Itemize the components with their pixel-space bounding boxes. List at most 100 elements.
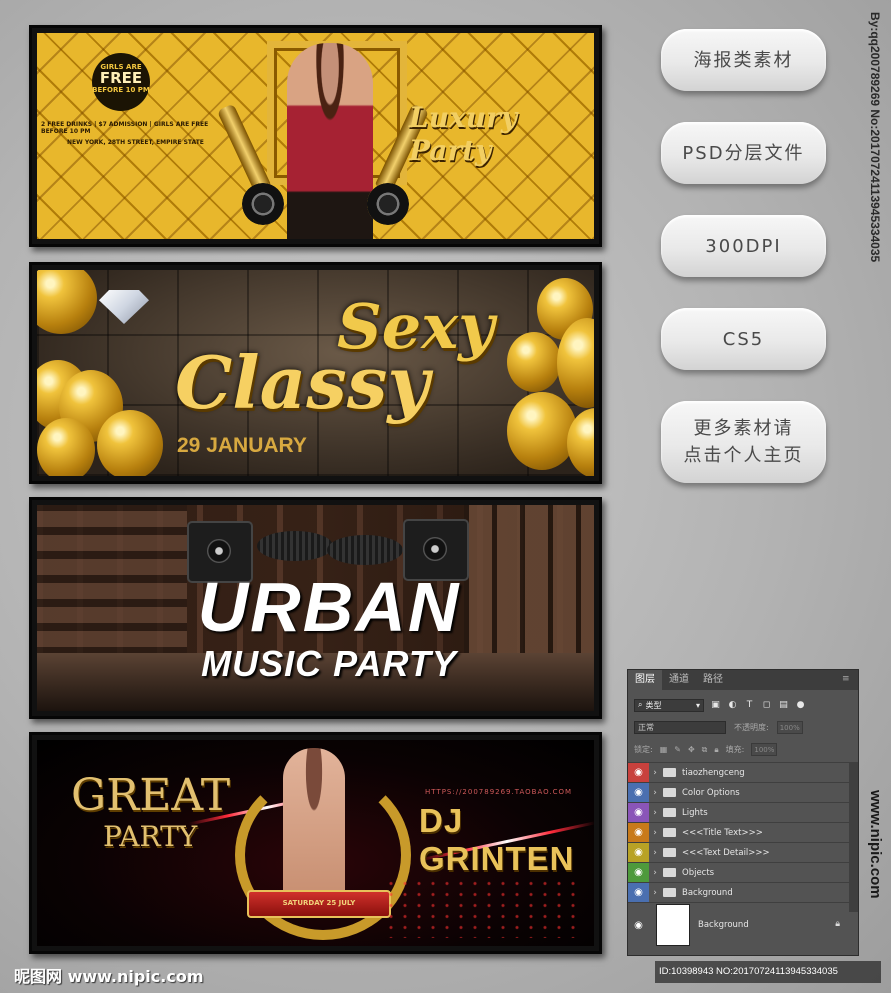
speaker-left bbox=[242, 183, 284, 225]
nipic-logo: 昵图网 www.nipic.com bbox=[14, 967, 204, 986]
lock-move-icon[interactable]: ✥ bbox=[688, 745, 695, 754]
poster-material-button[interactable]: 海报类素材 bbox=[661, 29, 826, 91]
opacity-label: 不透明度: bbox=[734, 723, 769, 732]
chevron-right-icon[interactable]: › bbox=[649, 848, 661, 858]
info-line-2: NEW YORK, 28TH STREET, EMPIRE STATE bbox=[67, 139, 204, 146]
lock-transparent-icon[interactable]: ▦ bbox=[660, 745, 668, 754]
speaker-right bbox=[367, 183, 409, 225]
urban-title: URBAN bbox=[197, 568, 461, 646]
banner-great-party: SATURDAY 25 JULY GREAT PARTY HTTPS://200… bbox=[29, 732, 602, 954]
chevron-right-icon[interactable]: › bbox=[649, 868, 661, 878]
chevron-down-icon: ▾ bbox=[695, 700, 700, 710]
disco-ball bbox=[37, 270, 97, 334]
shape-filter-icon[interactable]: ◻ bbox=[761, 700, 772, 711]
lock-row: 锁定: ▦ ✎ ✥ ⧉ 🔒︎ 填充: 100% bbox=[634, 743, 778, 756]
blend-row: 正常 不透明度: 100% bbox=[634, 721, 803, 734]
chevron-right-icon[interactable]: › bbox=[649, 828, 661, 838]
lock-brush-icon[interactable]: ✎ bbox=[674, 745, 681, 754]
tab-paths[interactable]: 路径 bbox=[696, 670, 730, 690]
date-ribbon: SATURDAY 25 JULY bbox=[247, 890, 391, 918]
eye-icon[interactable]: ◉ bbox=[628, 763, 649, 782]
eye-icon[interactable]: ◉ bbox=[628, 916, 649, 935]
eye-icon[interactable]: ◉ bbox=[628, 883, 649, 902]
folder-icon bbox=[663, 788, 676, 797]
info-line-1: 2 FREE DRINKS | $7 ADMISSION | GIRLS ARE… bbox=[41, 121, 209, 135]
more-materials-line1: 更多素材请 bbox=[693, 418, 794, 439]
folder-icon bbox=[663, 828, 676, 837]
more-materials-line2: 点击个人主页 bbox=[683, 445, 804, 466]
layer-row[interactable]: ◉ › Lights bbox=[628, 802, 850, 822]
layers-scrollbar[interactable] bbox=[849, 762, 858, 912]
eye-icon[interactable]: ◉ bbox=[628, 843, 649, 862]
layer-name: Lights bbox=[682, 807, 708, 818]
badge-bottom-text: BEFORE 10 PM bbox=[92, 86, 150, 94]
shop-url: HTTPS://200789269.TAOBAO.COM bbox=[425, 788, 573, 796]
layer-row[interactable]: ◉ › Objects bbox=[628, 862, 850, 882]
image-id-bar: ID:10398943 NO:20170724113945334035 bbox=[655, 961, 881, 983]
layer-name: Color Options bbox=[682, 787, 740, 798]
smart-object-filter-icon[interactable]: ▤ bbox=[778, 700, 789, 711]
event-info: 2 FREE DRINKS | $7 ADMISSION | GIRLS ARE… bbox=[41, 121, 211, 146]
banner-great-party-art: SATURDAY 25 JULY GREAT PARTY HTTPS://200… bbox=[37, 740, 594, 946]
eye-icon[interactable]: ◉ bbox=[628, 823, 649, 842]
layers-panel: 图层 通道 路径 ≡ ⌕ 类型 ▾ ▣ ◐ T ◻ ▤ ● 正常 不透明度: 1… bbox=[627, 669, 859, 956]
image-filter-icon[interactable]: ▣ bbox=[710, 700, 721, 711]
chevron-right-icon[interactable]: › bbox=[649, 888, 661, 898]
layer-row[interactable]: ◉ › Color Options bbox=[628, 782, 850, 802]
dj-name: DJ GRINTEN bbox=[419, 802, 575, 877]
folder-icon bbox=[663, 768, 676, 777]
layer-name: Objects bbox=[682, 867, 715, 878]
free-badge: GIRLS ARE FREE BEFORE 10 PM bbox=[92, 53, 150, 111]
layer-name: Background bbox=[698, 920, 749, 930]
layer-filter-select[interactable]: ⌕ 类型 ▾ bbox=[634, 698, 704, 712]
chevron-right-icon[interactable]: › bbox=[649, 808, 661, 818]
lock-icon: 🔒︎ bbox=[835, 919, 840, 929]
eye-icon[interactable]: ◉ bbox=[628, 783, 649, 802]
chevron-right-icon[interactable]: › bbox=[649, 768, 661, 778]
panel-tabs: 图层 通道 路径 bbox=[628, 670, 858, 690]
party-title: PARTY bbox=[103, 820, 198, 853]
balloon bbox=[37, 418, 95, 476]
more-materials-label: 更多素材请 点击个人主页 bbox=[684, 415, 804, 469]
filter-row: ⌕ 类型 ▾ ▣ ◐ T ◻ ▤ ● bbox=[634, 698, 806, 712]
type-filter-icon[interactable]: T bbox=[744, 700, 755, 711]
opacity-field[interactable]: 100% bbox=[776, 721, 803, 734]
layer-row[interactable]: ◉ › <<<Title Text>>> bbox=[628, 822, 850, 842]
lock-all-icon[interactable]: 🔒︎ bbox=[714, 745, 718, 755]
lock-artboard-icon[interactable]: ⧉ bbox=[702, 745, 708, 755]
fill-field[interactable]: 100% bbox=[751, 743, 778, 756]
folder-icon bbox=[663, 868, 676, 877]
adjustment-filter-icon[interactable]: ◐ bbox=[727, 700, 738, 711]
blend-mode-select[interactable]: 正常 bbox=[634, 721, 726, 734]
layer-name: <<<Title Text>>> bbox=[682, 827, 763, 838]
tab-layers[interactable]: 图层 bbox=[628, 670, 662, 690]
eye-icon[interactable]: ◉ bbox=[628, 803, 649, 822]
badge-free-text: FREE bbox=[99, 69, 143, 87]
filter-label: 类型 bbox=[645, 700, 662, 710]
panel-menu-icon[interactable]: ≡ bbox=[842, 674, 852, 684]
balloon bbox=[97, 410, 163, 476]
layer-row[interactable]: ◉ › Background bbox=[628, 882, 850, 902]
tab-channels[interactable]: 通道 bbox=[662, 670, 696, 690]
diamond-icon bbox=[99, 290, 149, 324]
balloon bbox=[507, 392, 577, 470]
chevron-right-icon[interactable]: › bbox=[649, 788, 661, 798]
layer-name: <<<Text Detail>>> bbox=[682, 847, 770, 858]
eye-icon[interactable]: ◉ bbox=[628, 863, 649, 882]
more-materials-button[interactable]: 更多素材请 点击个人主页 bbox=[661, 401, 826, 483]
layer-thumbnail bbox=[656, 904, 690, 946]
filter-toggle-icon[interactable]: ● bbox=[795, 700, 806, 711]
layer-row[interactable]: ◉ › <<<Text Detail>>> bbox=[628, 842, 850, 862]
classy-title: Classy bbox=[175, 340, 430, 425]
banner-sexy-classy: Sexy Classy 29 JANUARY bbox=[29, 262, 602, 484]
dpi-button[interactable]: 300DPI bbox=[661, 215, 826, 277]
music-party-subtitle: MUSIC PARTY bbox=[201, 643, 457, 684]
layer-row[interactable]: ◉ › tiaozhengceng bbox=[628, 762, 850, 782]
banner-urban-music-art: URBAN MUSIC PARTY bbox=[37, 505, 594, 711]
psd-layered-button[interactable]: PSD分层文件 bbox=[661, 122, 826, 184]
background-layer-row[interactable]: ◉ Background 🔒︎ bbox=[628, 902, 850, 947]
event-date: 29 JANUARY bbox=[177, 434, 307, 457]
red-sparks bbox=[384, 878, 584, 938]
cs5-button[interactable]: CS5 bbox=[661, 308, 826, 370]
great-title: GREAT bbox=[71, 770, 231, 821]
